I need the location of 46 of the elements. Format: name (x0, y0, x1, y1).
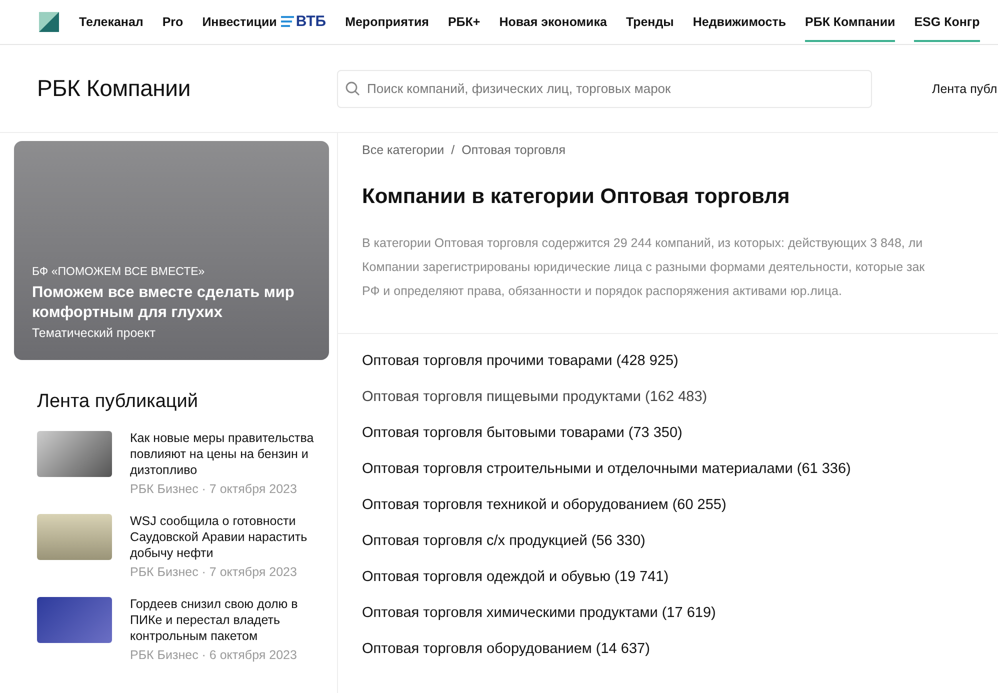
promo-title: Поможем все вместе сделать мир комфортным для глухих (32, 283, 296, 323)
nav-link[interactable]: Pro (162, 2, 184, 42)
category-link[interactable]: Оптовая торговля оборудованием (14 637) (362, 638, 650, 660)
article-link[interactable]: Как новые меры правительства повлияют на цены на бензин и дизтопливо (130, 430, 315, 478)
category-link[interactable]: Оптовая торговля строительными и отделочными материалами (61 336) (362, 458, 851, 480)
search-field[interactable]: Поиск компаний, физических лиц, торговых марок (337, 70, 872, 108)
photo-placeholder[interactable] (37, 431, 112, 477)
page-title: Компании в категории Оптовая торговля (362, 185, 791, 209)
category-link[interactable]: Оптовая торговля пищевыми продуктами (162 483) (362, 386, 708, 408)
nav-link[interactable]: РБК Компании (805, 2, 896, 42)
category-link[interactable]: Оптовая торговля техникой и оборудованием (60 255) (362, 494, 726, 516)
nav-link[interactable]: Инвестиции ВТБ (202, 1, 326, 43)
partner-logo: ВТБ (280, 13, 326, 30)
description-text: В категории Оптовая торговля содержится 29 244 компаний, из которых: действующих 3 848, ли (362, 235, 924, 252)
photo-placeholder[interactable] (37, 597, 112, 643)
promo-card[interactable]: БФ «ПОМОЖЕМ ВСЕ ВМЕСТЕ» Поможем все вместе сделать мир комфортным для глухих Тематический проект (14, 141, 329, 360)
site-title: РБК Компании (37, 75, 192, 102)
article-meta: РБК Бизнес · 7 октября 2023 (130, 564, 298, 580)
breadcrumb-link[interactable]: Оптовая торговля (462, 143, 566, 157)
nav-link[interactable]: Недвижимость (692, 2, 786, 42)
category-link[interactable]: Оптовая торговля одеждой и обувью (19 741) (362, 566, 669, 588)
description-text: РФ и определяют права, обязанности и порядок распоряжения активами юр.лица. (362, 283, 843, 300)
category-link[interactable]: Оптовая торговля химическими продуктами (17 619) (362, 602, 716, 624)
article-meta: РБК Бизнес · 7 октября 2023 (130, 481, 298, 497)
search-icon (345, 80, 360, 96)
category-link[interactable]: Оптовая торговля бытовыми товарами (73 350) (362, 422, 682, 444)
feed-heading: Лента публикаций (37, 391, 199, 413)
promo-tag: Тематический проект (32, 326, 319, 340)
nav-link[interactable]: ESG Конгр (914, 2, 980, 42)
nav-link[interactable]: Новая экономика (499, 2, 607, 42)
breadcrumb-separator: / (451, 143, 455, 157)
category-link[interactable]: Оптовая торговля с/х продукцией (56 330) (362, 530, 646, 552)
nav-link[interactable]: Мероприятия (345, 2, 429, 42)
logo-icon[interactable] (39, 12, 59, 32)
article-link[interactable]: WSJ сообщила о готовности Саудовской Аравии нарастить добычу нефти (130, 513, 315, 561)
article-meta: РБК Бизнес · 6 октября 2023 (130, 647, 298, 663)
description-text: Компании зарегистрированы юридические лица с разными формами деятельности, которые зак (362, 259, 926, 276)
feed-link[interactable]: Лента публ (932, 82, 998, 96)
photo-placeholder[interactable] (37, 514, 112, 560)
breadcrumb-link[interactable]: Все категории (362, 143, 444, 157)
nav-link[interactable]: РБК+ (448, 2, 480, 42)
promo-kicker: БФ «ПОМОЖЕМ ВСЕ ВМЕСТЕ» (32, 266, 206, 278)
nav-link[interactable]: Телеканал (79, 2, 144, 42)
article-link[interactable]: Гордеев снизил свою долю в ПИКе и перестал владеть контрольным пакетом (130, 596, 315, 644)
nav-link[interactable]: Тренды (626, 2, 674, 42)
category-link[interactable]: Оптовая торговля прочими товарами (428 925) (362, 350, 678, 372)
